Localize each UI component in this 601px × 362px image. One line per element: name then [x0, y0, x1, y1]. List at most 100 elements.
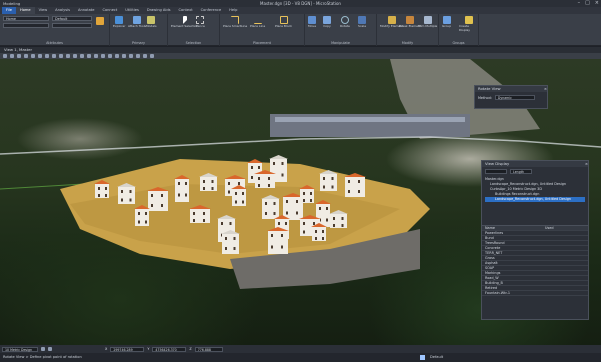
move-button[interactable]: Move — [308, 16, 316, 28]
building-window — [273, 202, 276, 205]
fence-button[interactable]: Fence — [196, 16, 205, 28]
building-window — [242, 192, 244, 195]
building-window — [161, 204, 163, 207]
tab-utilities[interactable]: Utilities — [121, 7, 143, 14]
copy-icon — [323, 16, 331, 24]
place-line-button[interactable]: Place Line — [250, 16, 265, 28]
maximize-icon[interactable]: □ — [585, 0, 590, 6]
view-tool-icon[interactable] — [45, 54, 49, 58]
place-block-button[interactable]: Place Block — [275, 16, 292, 28]
group-button[interactable]: Group — [442, 16, 451, 28]
scale-button[interactable]: Scale — [358, 16, 366, 28]
view-tool-icon[interactable] — [31, 54, 35, 58]
view-tool-icon[interactable] — [24, 54, 28, 58]
building-window — [310, 192, 312, 195]
models-button[interactable]: Models — [146, 16, 157, 28]
view-tool-icon[interactable] — [59, 54, 63, 58]
tab-help[interactable]: Help — [225, 7, 241, 14]
coord-x-field[interactable]: 299746.289 — [110, 346, 145, 352]
minimize-icon[interactable]: – — [578, 0, 581, 6]
coord-y-field[interactable]: 4756426.370 — [152, 346, 187, 352]
view-tool-icon[interactable] — [129, 54, 133, 58]
filter-dropdown[interactable] — [485, 169, 507, 174]
rotate-button[interactable]: Rotate — [340, 16, 350, 28]
view-tool-icon[interactable] — [122, 54, 126, 58]
building-window — [358, 190, 360, 193]
tab-connect[interactable]: Connect — [98, 7, 121, 14]
building-window — [333, 217, 335, 220]
tab-annotate[interactable]: Annotate — [74, 7, 98, 14]
view-tool-icon[interactable] — [66, 54, 70, 58]
view-tool-icon[interactable] — [38, 54, 42, 58]
coord-z-field[interactable]: 776.888 — [194, 346, 223, 352]
building-window — [322, 230, 324, 233]
building-window — [129, 198, 132, 202]
building-window — [281, 162, 284, 165]
table-row[interactable]: Fountain.Wtr-1 — [482, 291, 588, 296]
close-icon[interactable]: × — [595, 0, 599, 6]
tree-item[interactable]: Landscape_Reconstruct.dgn, Untitled Desi… — [485, 197, 585, 202]
building-window — [105, 194, 107, 197]
trim-multiple-button[interactable]: Trim Multiple — [418, 16, 437, 28]
view-tool-icon[interactable] — [80, 54, 84, 58]
view-tool-icon[interactable] — [87, 54, 91, 58]
tab-analysis[interactable]: Analysis — [51, 7, 74, 14]
length-dropdown[interactable]: Length — [510, 169, 532, 174]
tab-conference[interactable]: Conference — [197, 7, 226, 14]
tool-prompt: Rotate View > Define pivot point of rota… — [3, 355, 82, 359]
level-name: TERR_NET — [485, 251, 503, 255]
building-window — [265, 212, 267, 215]
tab-context[interactable]: Context — [175, 7, 197, 14]
snap-icon[interactable] — [41, 347, 45, 351]
view-tool-icon[interactable] — [101, 54, 105, 58]
building-window — [235, 192, 237, 195]
copy-button[interactable]: Copy — [323, 16, 331, 28]
view-tool-icon[interactable] — [10, 54, 14, 58]
building-window — [138, 220, 140, 224]
tab-file[interactable]: File — [2, 7, 17, 14]
building-window — [238, 182, 240, 185]
view-tool-icon[interactable] — [136, 54, 140, 58]
view-tool-icon[interactable] — [115, 54, 119, 58]
building-window — [178, 193, 180, 197]
tab-drawing-aids[interactable]: Drawing Aids — [143, 7, 175, 14]
element-selection-button[interactable]: Element Selection — [171, 16, 198, 28]
create-display-button[interactable]: Create Display — [459, 16, 478, 32]
view-tool-icon[interactable] — [94, 54, 98, 58]
close-icon[interactable]: × — [585, 161, 588, 167]
color-dropdown[interactable] — [3, 23, 49, 28]
smartline-icon — [231, 16, 240, 24]
building-window — [315, 237, 317, 240]
3d-viewport[interactable]: Rotate View × Method: Dynamic View Displa… — [0, 59, 601, 345]
style-dropdown[interactable]: Default — [52, 16, 92, 21]
ribbon-group-selection: Element Selection Fence Selection — [168, 14, 220, 46]
building-window — [271, 245, 273, 249]
display-icon — [464, 16, 473, 24]
place-smartline-button[interactable]: Place SmartLine — [223, 16, 247, 28]
attributes-icon[interactable] — [96, 17, 104, 25]
ribbon-tabs: File Home View Analysis Annotate Connect Utili… — [0, 7, 601, 14]
lock-icon[interactable] — [48, 347, 52, 351]
view-tool-icon[interactable] — [143, 54, 147, 58]
building-window — [145, 212, 147, 215]
method-dropdown[interactable]: Dynamic — [494, 95, 535, 100]
ribbon-group-label: Groups — [452, 41, 465, 45]
close-icon[interactable]: × — [544, 86, 547, 92]
weight-dropdown[interactable] — [52, 23, 92, 28]
scale-dropdown[interactable]: 10 Metric Design — [2, 346, 38, 352]
view-tool-icon[interactable] — [150, 54, 154, 58]
view-tool-icon[interactable] — [73, 54, 77, 58]
level-name: Grass — [485, 256, 495, 260]
view-tool-icon[interactable] — [108, 54, 112, 58]
view-tool-icon[interactable] — [52, 54, 56, 58]
tab-view[interactable]: View — [35, 7, 52, 14]
tab-home[interactable]: Home — [16, 7, 35, 14]
view-tool-icon[interactable] — [17, 54, 21, 58]
attach-tools-button[interactable]: Attach Tools — [128, 16, 146, 28]
view-tool-icon[interactable] — [3, 54, 7, 58]
rotate-view-dialog: Rotate View × Method: Dynamic — [474, 85, 548, 109]
title-bar: Modeling Master.dgn [3D - V8 DGN] - Micr… — [0, 0, 601, 7]
explorer-button[interactable]: Explorer — [113, 16, 126, 28]
level-name: Markings — [485, 271, 501, 275]
level-dropdown[interactable]: Home — [3, 16, 49, 21]
